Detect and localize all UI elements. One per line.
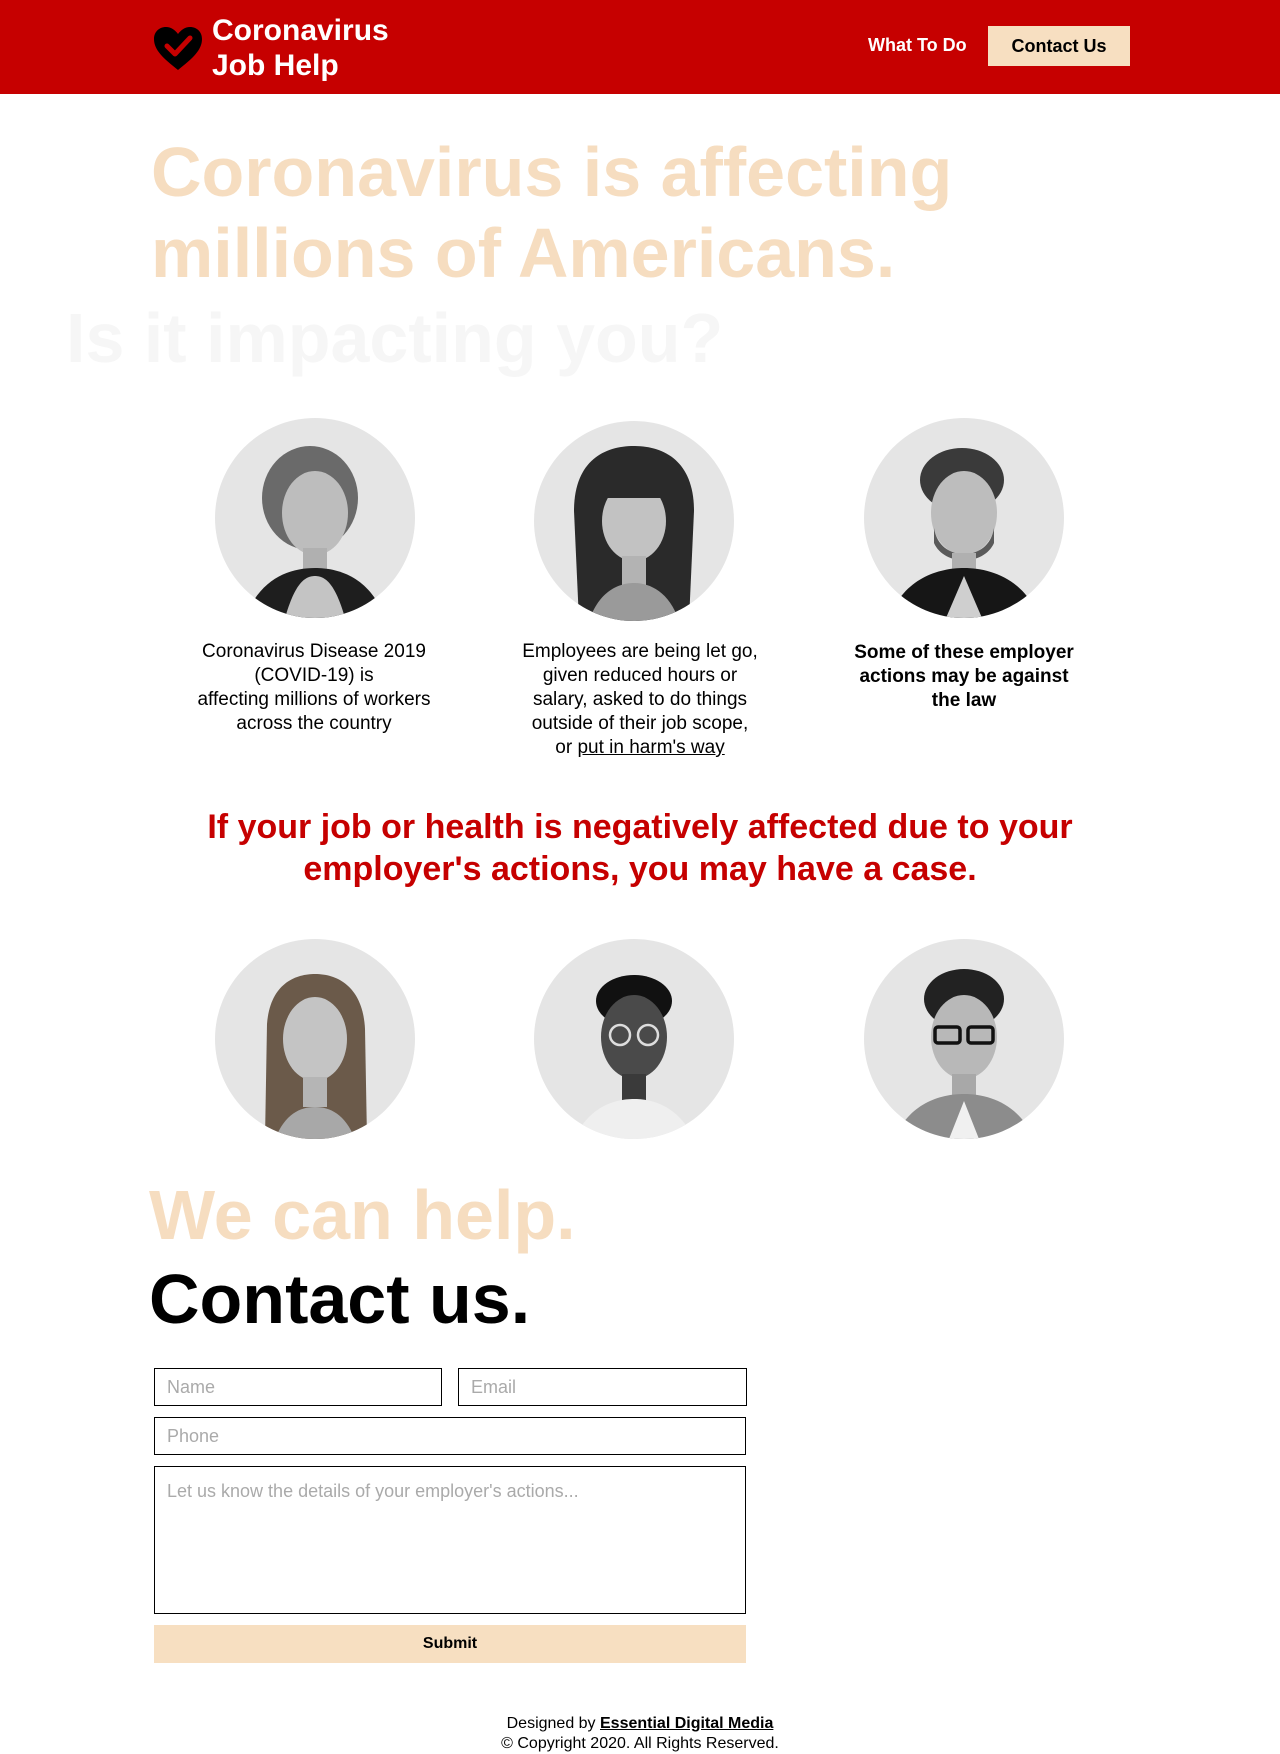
caption-line: or put in harm's way <box>510 736 770 760</box>
logo-line-1: Coronavirus <box>212 14 389 47</box>
caption-prefix: or <box>555 737 578 758</box>
portrait-woman-bangs <box>534 421 734 621</box>
caption-line: outside of their job scope, <box>531 713 749 734</box>
caption-line: Some of these employer <box>854 642 1074 663</box>
caption-line: Employees are being let go, <box>522 641 758 662</box>
caption-line: salary, asked to do things <box>532 689 748 710</box>
portrait-woman-long-hair <box>215 939 415 1139</box>
portrait-man-glasses-round <box>534 939 734 1139</box>
footer-credit-prefix: Designed by <box>506 1715 600 1732</box>
hero-subheadline: Is it impacting you? <box>66 299 724 377</box>
contact-us-heading: Contact us. <box>149 1260 531 1338</box>
portrait-man-beard <box>864 418 1064 618</box>
hero-headline-line-1: Coronavirus is affecting <box>151 133 953 211</box>
caption-line: actions may be against <box>859 666 1069 687</box>
email-input[interactable] <box>458 1368 747 1406</box>
details-textarea[interactable] <box>154 1466 746 1614</box>
submit-button[interactable]: Submit <box>154 1625 746 1663</box>
caption-employee-actions: Employees are being let go, given reduce… <box>510 640 770 760</box>
we-can-help-heading: We can help. <box>149 1176 576 1254</box>
portrait-woman-curly-hair <box>215 418 415 618</box>
logo-line-2: Job Help <box>212 49 339 82</box>
footer-copyright: © Copyright 2020. All Rights Reserved. <box>501 1735 779 1752</box>
case-message-line-2: employer's actions, you may have a case. <box>303 850 977 888</box>
designer-link[interactable]: Essential Digital Media <box>600 1715 773 1732</box>
harms-way-link[interactable]: put in harm's way <box>577 737 724 758</box>
site-footer: Designed by Essential Digital Media © Co… <box>340 1714 940 1754</box>
caption-line: Coronavirus Disease 2019 <box>202 641 426 662</box>
caption-line: (COVID-19) is <box>254 665 374 686</box>
caption-against-law: Some of these employer actions may be ag… <box>834 641 1094 713</box>
caption-line: given reduced hours or <box>542 665 738 686</box>
caption-line: the law <box>931 690 997 711</box>
case-message: If your job or health is negatively affe… <box>150 806 1130 890</box>
footer-credit: Designed by Essential Digital Media <box>340 1714 940 1734</box>
heart-check-icon <box>154 27 202 70</box>
hero-headline-line-2: millions of Americans. <box>151 214 896 292</box>
case-message-line-1: If your job or health is negatively affe… <box>207 808 1073 846</box>
caption-covid-impact: Coronavirus Disease 2019 (COVID-19) is a… <box>184 640 444 736</box>
site-logo-text[interactable]: Coronavirus Job Help <box>212 13 389 83</box>
nav-contact-button[interactable]: Contact Us <box>988 26 1130 66</box>
name-input[interactable] <box>154 1368 442 1406</box>
portrait-man-glasses-rect <box>864 939 1064 1139</box>
caption-line: across the country <box>236 713 392 734</box>
caption-line: affecting millions of workers <box>197 689 431 710</box>
site-header: Coronavirus Job Help What To Do Contact … <box>0 0 1280 94</box>
phone-input[interactable] <box>154 1417 746 1455</box>
nav-what-to-do[interactable]: What To Do <box>868 35 967 56</box>
